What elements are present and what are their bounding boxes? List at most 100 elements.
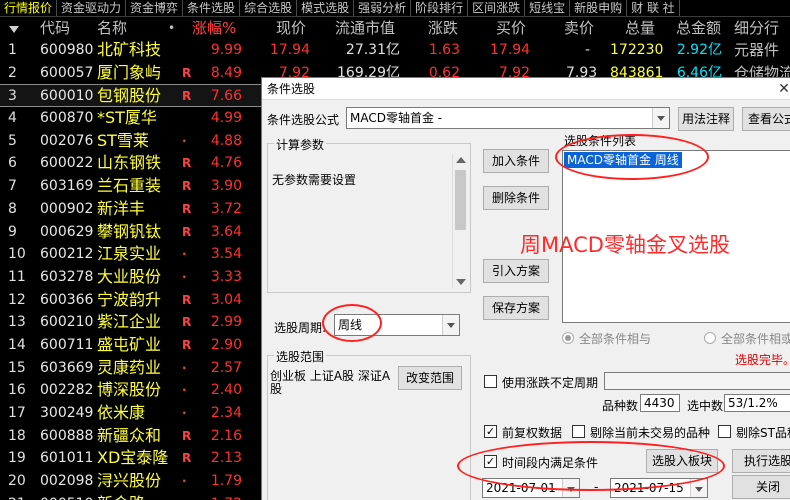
- all-and-radio[interactable]: [562, 332, 574, 344]
- change-range-button[interactable]: 改变范围: [398, 366, 462, 390]
- top-tab-2[interactable]: 资金驱动力: [57, 0, 127, 16]
- top-tab-8[interactable]: 阶段排行: [411, 0, 469, 16]
- col-code-header[interactable]: 代码: [40, 18, 70, 39]
- row-index: 17: [8, 405, 26, 421]
- stock-name: 大业股份: [97, 266, 162, 286]
- view-formula-button[interactable]: 查看公式: [742, 107, 790, 131]
- stock-code: 600366: [40, 291, 94, 308]
- sort-down-icon[interactable]: [9, 26, 19, 33]
- scroll-up-icon[interactable]: [456, 157, 466, 163]
- margin-flag: R: [182, 315, 192, 330]
- close-icon[interactable]: ✕: [772, 78, 790, 100]
- delete-condition-button[interactable]: 删除条件: [483, 186, 549, 210]
- row-index: 14: [8, 336, 26, 353]
- usage-note-button[interactable]: 用法注释: [678, 107, 734, 131]
- uncertain-period-label: 使用涨跌不定周期: [502, 376, 599, 390]
- all-or-radio[interactable]: [704, 332, 716, 344]
- close-dialog-button[interactable]: 关闭: [732, 475, 790, 499]
- row-index: 21: [8, 493, 26, 500]
- top-tab-4[interactable]: 条件选股: [183, 0, 241, 16]
- change-percent: 8.49: [210, 64, 242, 81]
- stock-code: 600212: [40, 246, 94, 263]
- top-tab-1[interactable]: 行情报价: [0, 0, 58, 16]
- scroll-thumb[interactable]: [455, 170, 466, 230]
- chevron-down-icon[interactable]: [690, 479, 707, 497]
- date-to-field[interactable]: 2021-07-15: [610, 478, 708, 498]
- pick-to-board-button[interactable]: 选股入板块: [646, 449, 718, 473]
- stock-code: 603669: [40, 359, 94, 376]
- condition-list-item[interactable]: MACD零轴首金 周线: [564, 152, 682, 168]
- stock-name: 厦门象屿: [97, 62, 162, 82]
- stock-code: 600010: [40, 88, 94, 105]
- top-tab-bar: 行情报价 资金驱动力 资金博弈 条件选股 综合选股 模式选股 强弱分析 阶段排行 区间涨跌 短线宝…: [0, 0, 790, 17]
- col-dot-header: •: [168, 21, 176, 35]
- stock-code: 600980: [40, 42, 94, 58]
- top-tab-6[interactable]: 模式选股: [297, 0, 355, 16]
- total-volume: 172230: [610, 42, 664, 58]
- chevron-down-icon[interactable]: [652, 108, 669, 128]
- exclude-untraded-checkbox[interactable]: [572, 425, 585, 438]
- top-tab-5[interactable]: 综合选股: [240, 0, 298, 16]
- scroll-down-icon[interactable]: [456, 279, 466, 285]
- table-row[interactable]: 1 600980 北矿科技 9.99 17.94 27.31亿 1.63 17.94 - 1722…: [0, 39, 790, 62]
- margin-flag: ·: [182, 406, 187, 420]
- execute-select-button[interactable]: 执行选股: [732, 449, 790, 473]
- chevron-down-icon[interactable]: [562, 479, 579, 497]
- top-tab-7[interactable]: 强弱分析: [354, 0, 412, 16]
- top-tab-12[interactable]: 财 联 社: [627, 0, 680, 16]
- col-cap-header[interactable]: 流通市值: [335, 18, 395, 39]
- stock-code: 603278: [40, 268, 94, 285]
- col-pct-header[interactable]: 涨幅%: [192, 18, 236, 39]
- stock-code: 603169: [40, 178, 94, 195]
- stock-code: 000629: [40, 223, 94, 240]
- change-percent: 3.04: [210, 291, 242, 308]
- stock-name: ST雪莱: [97, 130, 149, 150]
- date-from-field[interactable]: 2021-07-01: [482, 478, 580, 498]
- change-percent: 2.57: [210, 359, 242, 376]
- annotation-caption: 周MACD零轴金叉选股: [520, 233, 730, 257]
- top-tab-10[interactable]: 短线宝: [525, 0, 571, 16]
- save-plan-button[interactable]: 保存方案: [483, 296, 549, 320]
- col-price-header[interactable]: 现价: [276, 18, 306, 39]
- status-text: 选股完毕。: [735, 353, 790, 367]
- change-percent: 3.90: [210, 178, 242, 195]
- col-vol-header[interactable]: 总量: [625, 18, 655, 39]
- load-plan-button[interactable]: 引入方案: [483, 259, 549, 283]
- period-select[interactable]: 周线: [334, 314, 460, 336]
- top-tab-9[interactable]: 区间涨跌: [468, 0, 526, 16]
- col-industry-header[interactable]: 细分行: [734, 18, 779, 39]
- ask-price: -: [584, 42, 590, 58]
- stock-code: 000902: [40, 200, 94, 217]
- uncertain-period-checkbox[interactable]: [484, 375, 497, 388]
- margin-flag: ·: [182, 474, 187, 489]
- stock-code: 002076: [40, 132, 94, 149]
- chevron-down-icon[interactable]: [442, 315, 459, 335]
- top-tab-11[interactable]: 新股申购: [570, 0, 628, 16]
- top-tab-3[interactable]: 资金博弈: [126, 0, 184, 16]
- stock-name: 新疆众和: [97, 425, 162, 445]
- stock-code: 600210: [40, 314, 94, 331]
- col-sell-header[interactable]: 卖价: [564, 18, 594, 39]
- stock-code: 600870: [40, 110, 94, 127]
- time-range-checkbox[interactable]: ✓: [484, 455, 497, 468]
- row-index: 11: [8, 268, 26, 285]
- period-label: 选股周期:: [274, 321, 327, 335]
- col-name-header[interactable]: 名称: [97, 18, 127, 39]
- stock-code: 000510: [40, 493, 93, 500]
- uncertain-period-field[interactable]: [604, 372, 790, 390]
- industry: 元器件: [734, 41, 780, 59]
- stock-code: 600057: [40, 64, 94, 81]
- col-buy-header[interactable]: 买价: [496, 18, 526, 39]
- add-condition-button[interactable]: 加入条件: [483, 149, 549, 173]
- formula-select[interactable]: MACD零轴首金 -: [346, 107, 670, 129]
- stock-name: 灵康药业: [97, 357, 162, 377]
- col-amt-header[interactable]: 总金额: [676, 18, 721, 39]
- variety-count-field: 4430: [640, 394, 680, 412]
- row-index: 13: [8, 314, 26, 331]
- change-percent: 7.66: [210, 88, 242, 105]
- forward-adjust-checkbox[interactable]: ✓: [484, 425, 497, 438]
- params-scrollbar[interactable]: [452, 154, 468, 288]
- exclude-st-checkbox[interactable]: [718, 425, 731, 438]
- margin-flag: R: [182, 201, 192, 216]
- col-chg-header[interactable]: 涨跌: [428, 18, 458, 39]
